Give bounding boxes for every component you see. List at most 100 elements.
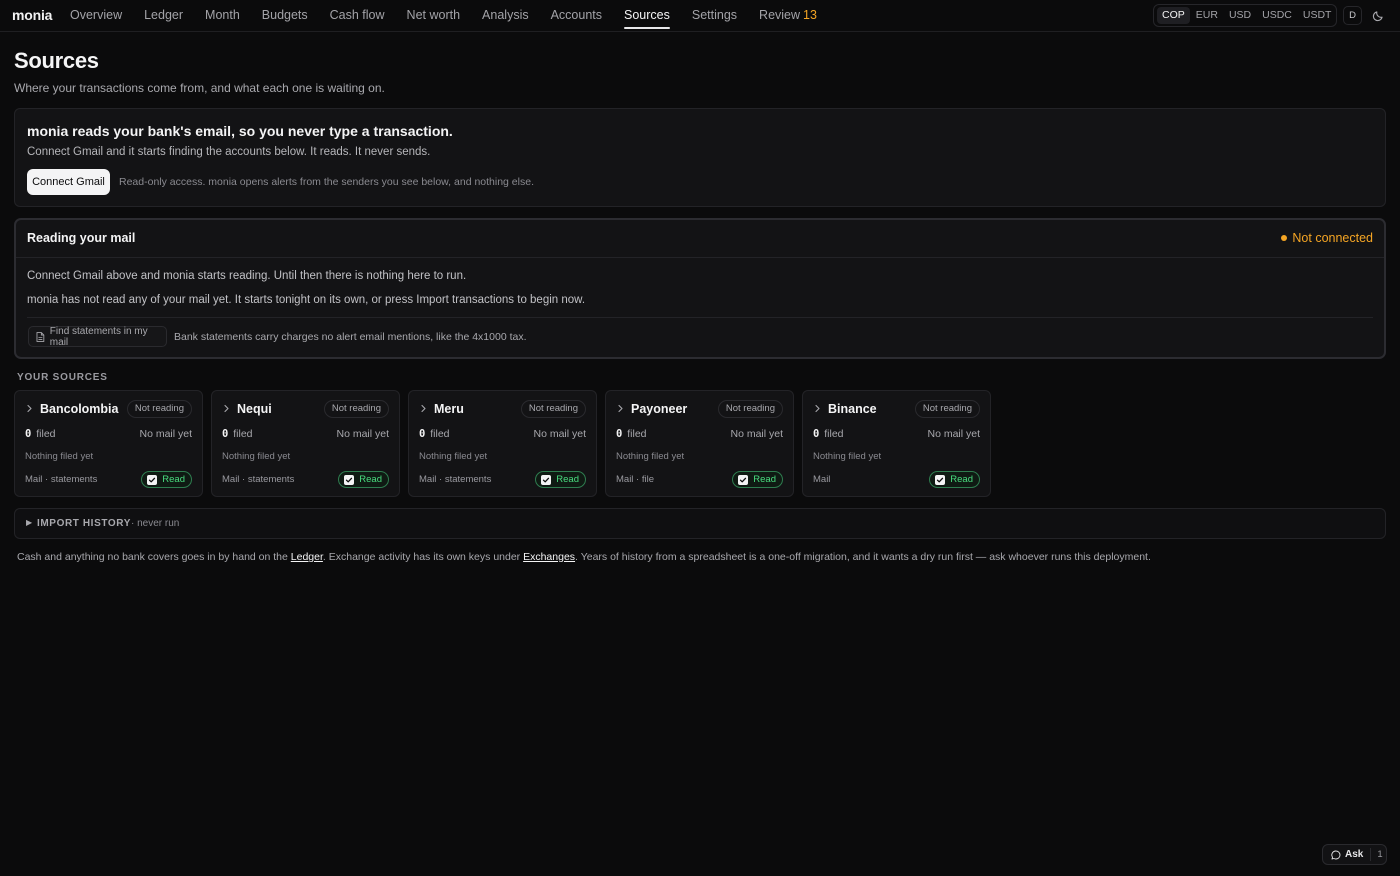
currency-cop[interactable]: COP (1157, 7, 1190, 24)
file-icon (36, 331, 45, 342)
source-name: Bancolombia (40, 402, 119, 416)
top-bar: monia Overview Ledger Month Budgets Cash flo… (0, 0, 1400, 32)
source-status-badge: Not reading (717, 400, 783, 418)
nav-net-worth[interactable]: Net worth (407, 0, 461, 32)
source-card-nequi[interactable]: Nequi Not reading 0 filed No mail yet Nothin… (211, 390, 400, 497)
connect-card-note: Read-only access. monia opens alerts fro… (119, 176, 534, 188)
divider (27, 317, 1373, 318)
source-filed-count: 0 filed (419, 428, 450, 440)
currency-usd[interactable]: USD (1224, 7, 1256, 24)
read-toggle[interactable]: Read (732, 471, 783, 488)
app-logo[interactable]: monia (12, 7, 52, 23)
source-card-binance[interactable]: Binance Not reading 0 filed No mail yet Noth… (802, 390, 991, 497)
reading-panel-title: Reading your mail (27, 231, 136, 245)
currency-usdc[interactable]: USDC (1257, 7, 1297, 24)
source-card-bancolombia[interactable]: Bancolombia Not reading 0 filed No mail yet… (14, 390, 203, 497)
filed-count-value: 0 (813, 428, 820, 440)
check-icon (738, 474, 749, 485)
source-kind: Mail · statements (222, 474, 295, 485)
source-mail-status: No mail yet (730, 428, 783, 440)
nav-review[interactable]: Review 13 (759, 0, 817, 32)
source-mail-status: No mail yet (533, 428, 586, 440)
source-filed-count: 0 filed (813, 428, 844, 440)
filed-count-value: 0 (419, 428, 426, 440)
source-status-badge: Not reading (323, 400, 389, 418)
import-history-title: IMPORT HISTORY (37, 518, 131, 529)
import-history-toggle[interactable]: ▶ IMPORT HISTORY · never run (14, 508, 1386, 539)
page-subtitle: Where your transactions come from, and w… (14, 81, 385, 95)
connect-card-title: monia reads your bank's email, so you ne… (27, 123, 453, 139)
footer-text: Cash and anything no bank covers goes in… (17, 551, 291, 563)
chevron-right-icon[interactable] (25, 404, 34, 413)
main-nav: Overview Ledger Month Budgets Cash flow Net w… (70, 0, 839, 32)
nav-analysis[interactable]: Analysis (482, 0, 529, 32)
reading-info-line: Connect Gmail above and monia starts rea… (27, 270, 467, 282)
exchanges-link[interactable]: Exchanges (523, 551, 575, 563)
read-toggle[interactable]: Read (141, 471, 192, 488)
chevron-right-icon[interactable] (222, 404, 231, 413)
source-mail-status: No mail yet (927, 428, 980, 440)
source-card-payoneer[interactable]: Payoneer Not reading 0 filed No mail yet Not… (605, 390, 794, 497)
read-toggle-label: Read (359, 474, 382, 485)
nav-review-label: Review (759, 8, 801, 22)
source-filed-status: Nothing filed yet (616, 451, 685, 462)
connect-card-text: Connect Gmail and it starts finding the … (27, 146, 431, 158)
read-toggle[interactable]: Read (338, 471, 389, 488)
user-avatar-button[interactable]: D (1343, 6, 1362, 25)
source-kind: Mail · statements (25, 474, 98, 485)
connection-status: Not connected (1281, 231, 1373, 245)
filed-count-label: filed (627, 428, 647, 440)
chevron-right-icon[interactable] (616, 404, 625, 413)
chevron-right-icon[interactable] (813, 404, 822, 413)
source-name: Binance (828, 402, 877, 416)
filed-count-value: 0 (616, 428, 623, 440)
read-toggle[interactable]: Read (929, 471, 980, 488)
connect-gmail-button[interactable]: Connect Gmail (27, 169, 110, 195)
source-kind: Mail (813, 474, 831, 485)
source-status-badge: Not reading (126, 400, 192, 418)
currency-switcher: COP EUR USD USDC USDT (1153, 4, 1337, 27)
nav-sources[interactable]: Sources (624, 0, 670, 32)
page-title: Sources (14, 48, 99, 73)
nav-overview[interactable]: Overview (70, 0, 122, 32)
source-kind: Mail · statements (419, 474, 492, 485)
status-dot-icon (1281, 235, 1288, 241)
filed-count-label: filed (233, 428, 253, 440)
source-mail-status: No mail yet (139, 428, 192, 440)
source-filed-status: Nothing filed yet (222, 451, 291, 462)
ask-count: 1 (1370, 848, 1383, 861)
read-toggle[interactable]: Read (535, 471, 586, 488)
source-card-meru[interactable]: Meru Not reading 0 filed No mail yet Nothing… (408, 390, 597, 497)
currency-eur[interactable]: EUR (1191, 7, 1223, 24)
nav-ledger[interactable]: Ledger (144, 0, 183, 32)
footer-text: . Exchange activity has its own keys und… (322, 551, 524, 563)
find-statements-button[interactable]: Find statements in my mail (28, 326, 167, 348)
source-mail-status: No mail yet (336, 428, 389, 440)
read-toggle-label: Read (162, 474, 185, 485)
currency-usdt[interactable]: USDT (1298, 7, 1337, 24)
source-filed-count: 0 filed (25, 428, 56, 440)
moon-icon[interactable] (1372, 8, 1386, 22)
source-name: Meru (434, 402, 464, 416)
review-count-badge: 13 (803, 8, 817, 22)
source-filed-status: Nothing filed yet (813, 451, 882, 462)
ledger-link[interactable]: Ledger (291, 551, 323, 563)
nav-accounts[interactable]: Accounts (551, 0, 602, 32)
nav-cash-flow[interactable]: Cash flow (330, 0, 385, 32)
find-statements-note: Bank statements carry charges no alert e… (174, 331, 527, 343)
source-filed-count: 0 filed (616, 428, 647, 440)
chevron-right-icon[interactable] (419, 404, 428, 413)
filed-count-value: 0 (222, 428, 229, 440)
disclosure-triangle-icon: ▶ (26, 518, 33, 527)
nav-month[interactable]: Month (205, 0, 240, 32)
source-name: Payoneer (631, 402, 688, 416)
footer-text: . Years of history from a spreadsheet is… (575, 551, 1151, 563)
filed-count-label: filed (430, 428, 450, 440)
ask-button[interactable]: Ask 1 (1322, 844, 1387, 865)
read-toggle-label: Read (556, 474, 579, 485)
nav-budgets[interactable]: Budgets (262, 0, 308, 32)
source-status-badge: Not reading (914, 400, 980, 418)
nav-settings[interactable]: Settings (692, 0, 737, 32)
read-toggle-label: Read (950, 474, 973, 485)
import-history-subtitle: · never run (131, 518, 180, 529)
